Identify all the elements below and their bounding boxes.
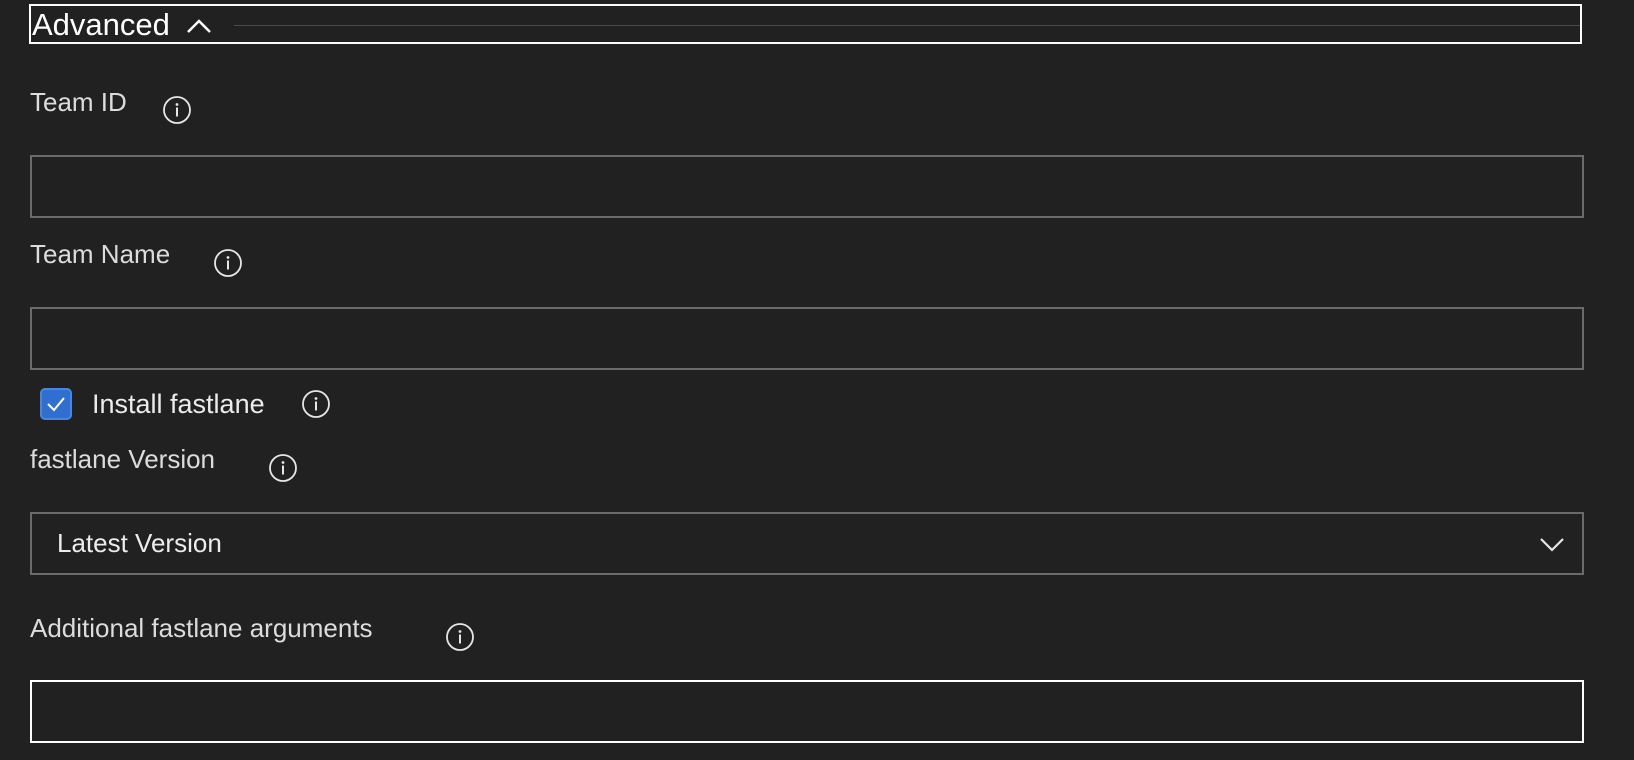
- fastlane-version-select[interactable]: Latest Version: [30, 512, 1584, 575]
- info-icon[interactable]: [213, 248, 243, 278]
- chevron-down-icon: [1540, 538, 1564, 552]
- team-id-field[interactable]: [30, 155, 1584, 218]
- team-id-label-text: Team ID: [30, 87, 127, 117]
- fastlane-version-label: fastlane Version: [30, 446, 215, 472]
- install-fastlane-checkbox[interactable]: [40, 388, 72, 420]
- advanced-section-toggle[interactable]: Advanced: [29, 4, 1582, 44]
- section-title: Advanced: [32, 6, 170, 42]
- additional-arguments-label-text: Additional fastlane arguments: [30, 613, 373, 643]
- info-icon[interactable]: [162, 95, 192, 125]
- fastlane-version-label-text: fastlane Version: [30, 444, 216, 474]
- team-name-label-text: Team Name: [30, 239, 171, 269]
- additional-arguments-field[interactable]: [30, 680, 1584, 743]
- additional-arguments-label: Additional fastlane arguments: [30, 615, 373, 641]
- chevron-up-icon: [187, 19, 211, 33]
- checkmark-icon: [47, 397, 65, 412]
- info-icon[interactable]: [301, 389, 331, 419]
- install-fastlane-row: Install fastlane: [40, 387, 265, 421]
- info-icon[interactable]: [268, 453, 298, 483]
- team-name-field[interactable]: [30, 307, 1584, 370]
- info-icon[interactable]: [445, 622, 475, 652]
- fastlane-version-selected: Latest Version: [57, 528, 222, 558]
- team-name-label: Team Name: [30, 241, 170, 267]
- section-divider: [233, 24, 1580, 26]
- team-id-label: Team ID: [30, 89, 127, 115]
- install-fastlane-label: Install fastlane: [92, 388, 265, 419]
